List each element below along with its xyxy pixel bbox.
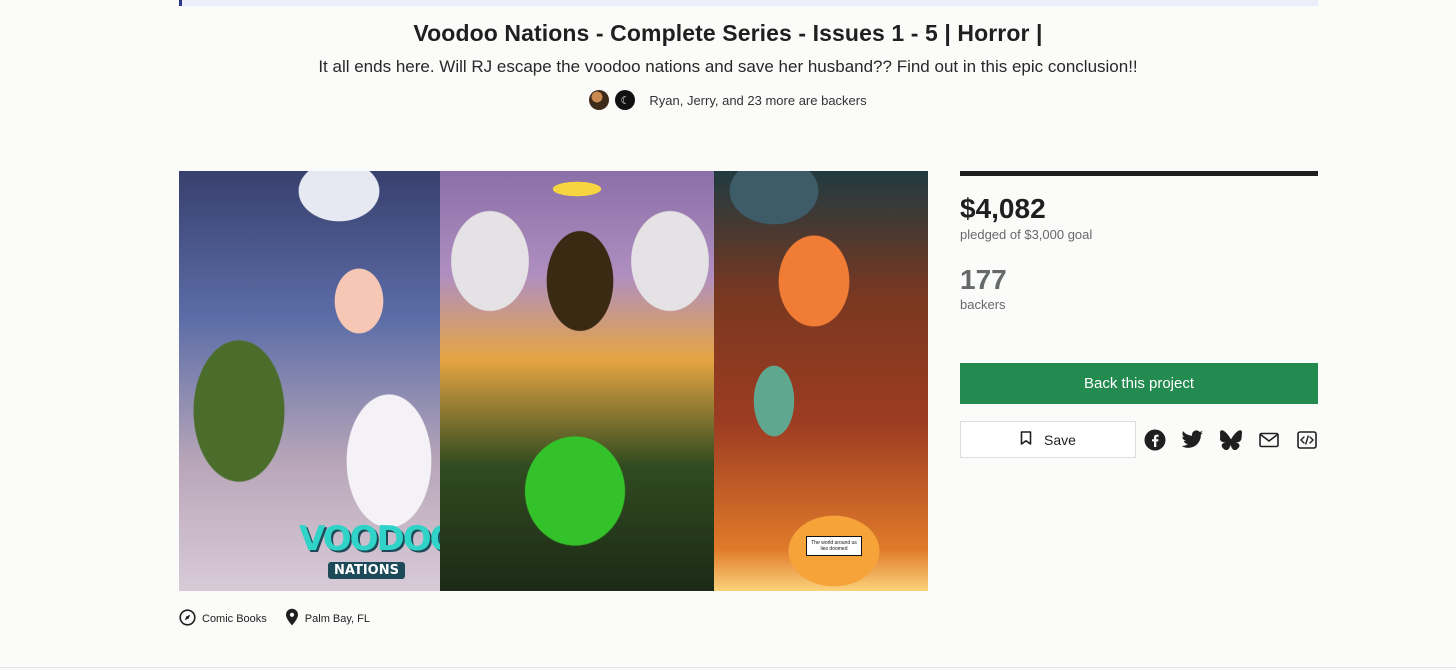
category-link[interactable]: Comic Books (179, 608, 267, 629)
bluesky-icon[interactable] (1219, 429, 1242, 452)
backers-summary-text: Ryan, Jerry, and 23 more are backers (649, 92, 867, 108)
project-blurb: It all ends here. Will RJ escape the voo… (318, 57, 1138, 76)
backers-label: backers (960, 297, 1006, 312)
divider (0, 667, 1456, 668)
avatar: ☾ (615, 90, 636, 110)
pledged-amount: $4,082 (960, 193, 1046, 224)
back-this-project-button[interactable]: Back this project (960, 363, 1318, 404)
cover-panel-1: VOODOO NATIONS (179, 171, 440, 591)
backers-count: 177 (960, 264, 1007, 295)
cover-panel-2 (440, 171, 714, 591)
twitter-icon[interactable] (1181, 429, 1204, 452)
bookmark-icon (1020, 431, 1032, 448)
embed-icon[interactable] (1295, 429, 1318, 452)
avatar (589, 90, 610, 110)
speech-bubble: The world around us lies doomed (806, 536, 862, 556)
cover-panel-3: The world around us lies doomed (714, 171, 928, 591)
save-label: Save (1044, 431, 1076, 448)
project-meta: Comic Books Palm Bay, FL (179, 608, 388, 629)
backers-summary[interactable]: ☾ Ryan, Jerry, and 23 more are backers (0, 89, 1456, 111)
map-pin-icon (285, 608, 299, 629)
compass-icon (179, 608, 196, 629)
location-link[interactable]: Palm Bay, FL (285, 608, 370, 629)
project-hero-image[interactable]: VOODOO NATIONS The world around us lies … (179, 171, 928, 591)
location-label: Palm Bay, FL (304, 612, 371, 625)
funding-progress-bar (960, 171, 1318, 176)
facebook-icon[interactable] (1143, 429, 1166, 452)
top-banner (179, 0, 1318, 6)
save-button[interactable]: Save (960, 421, 1136, 458)
share-icons (1143, 428, 1318, 452)
project-title: Voodoo Nations - Complete Series - Issue… (413, 20, 1043, 46)
voodoo-nations-logo: VOODOO NATIONS (299, 519, 440, 579)
pledged-goal: pledged of $3,000 goal (960, 227, 1093, 242)
email-icon[interactable] (1257, 429, 1280, 452)
category-label: Comic Books (202, 612, 267, 625)
